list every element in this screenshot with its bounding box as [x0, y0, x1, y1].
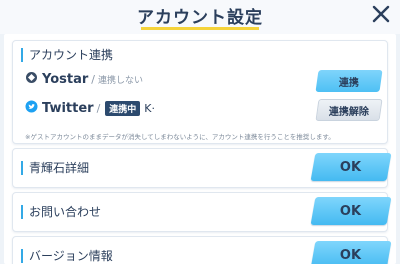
section-label-version: バージョン情報: [21, 249, 113, 263]
close-icon[interactable]: [370, 3, 392, 25]
account-link-label: アカウント連携: [21, 48, 113, 62]
section-card-version: バージョン情報 OK: [12, 236, 392, 264]
account-link-card: アカウント連携 Yostar / 連携しない 連携 Twitter / 連携中 …: [12, 40, 388, 144]
twitter-row: Twitter / 連携中 K·: [25, 100, 155, 116]
twitter-name: Twitter: [42, 100, 94, 116]
ok-button-version[interactable]: OK: [310, 241, 392, 264]
ok-button-contact[interactable]: OK: [310, 197, 392, 225]
yostar-name: Yostar: [42, 71, 89, 87]
yostar-link-button-label: 連携: [339, 77, 359, 89]
yostar-row: Yostar / 連携しない: [25, 71, 143, 87]
header: アカウント設定: [0, 0, 400, 34]
account-link-note: ※ゲストアカウントのままデータが消失してしまわないように、アカウント連携を行うこ…: [25, 133, 335, 141]
settings-panel: アカウント連携 Yostar / 連携しない 連携 Twitter / 連携中 …: [4, 34, 396, 264]
yostar-separator: /: [91, 72, 96, 86]
yostar-icon: [25, 71, 38, 87]
twitter-unlink-button-label: 連携解除: [329, 106, 369, 118]
section-card-pyroxene: 青輝石詳細 OK: [12, 148, 392, 188]
ok-button-pyroxene[interactable]: OK: [310, 153, 392, 181]
linked-badge: 連携中: [105, 100, 141, 116]
section-label-contact: お問い合わせ: [21, 205, 101, 219]
page-title: アカウント設定: [137, 8, 263, 28]
title-underline: [141, 27, 259, 30]
ok-button-label: OK: [340, 247, 362, 263]
yostar-link-button[interactable]: 連携: [315, 70, 383, 92]
twitter-unlink-button[interactable]: 連携解除: [315, 99, 383, 121]
twitter-separator: /: [96, 101, 101, 115]
yostar-status: 連携しない: [98, 75, 144, 86]
section-label-pyroxene: 青輝石詳細: [21, 161, 89, 175]
twitter-icon: [25, 100, 38, 116]
section-card-contact: お問い合わせ OK: [12, 192, 392, 232]
ok-button-label: OK: [340, 203, 362, 219]
twitter-handle: K·: [144, 101, 156, 115]
ok-button-label: OK: [340, 159, 362, 175]
